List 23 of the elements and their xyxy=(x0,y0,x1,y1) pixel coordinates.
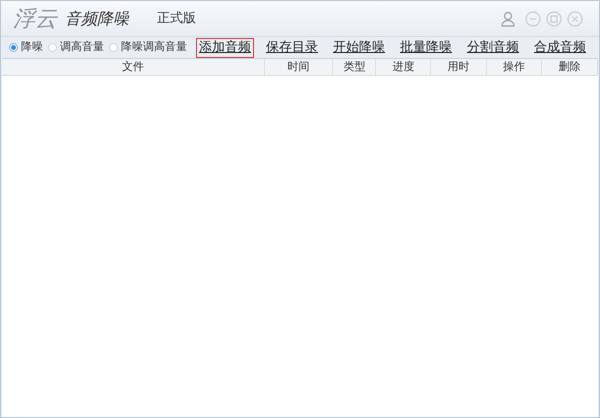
column-header[interactable]: 操作 xyxy=(487,59,542,75)
column-header[interactable]: 类型 xyxy=(333,59,376,75)
mode-radio[interactable]: 降噪调高音量 xyxy=(109,39,187,56)
minimize-icon[interactable] xyxy=(525,10,541,26)
mode-radio[interactable]: 降噪 xyxy=(9,39,43,56)
app-logo: 浮云 xyxy=(13,5,57,33)
user-icon[interactable] xyxy=(500,10,516,26)
column-header[interactable]: 删除 xyxy=(542,59,598,75)
edition-label: 正式版 xyxy=(157,10,196,28)
column-header[interactable]: 时间 xyxy=(264,59,334,75)
maximize-icon[interactable] xyxy=(546,10,562,26)
column-header[interactable]: 用时 xyxy=(431,59,488,75)
mode-radio[interactable]: 调高音量 xyxy=(48,39,104,56)
action-link[interactable]: 开始降噪 xyxy=(330,38,388,58)
window-title: 音频降噪 xyxy=(65,8,129,30)
action-link[interactable]: 添加音频 xyxy=(196,38,254,58)
action-link[interactable]: 合成音频 xyxy=(531,38,589,58)
action-link[interactable]: 保存目录 xyxy=(263,38,321,58)
action-link[interactable]: 分割音频 xyxy=(464,38,522,58)
action-link[interactable]: 批量降噪 xyxy=(397,38,455,58)
column-header[interactable]: 文件 xyxy=(2,59,265,75)
close-icon[interactable] xyxy=(567,10,583,26)
column-header[interactable]: 进度 xyxy=(376,59,432,75)
